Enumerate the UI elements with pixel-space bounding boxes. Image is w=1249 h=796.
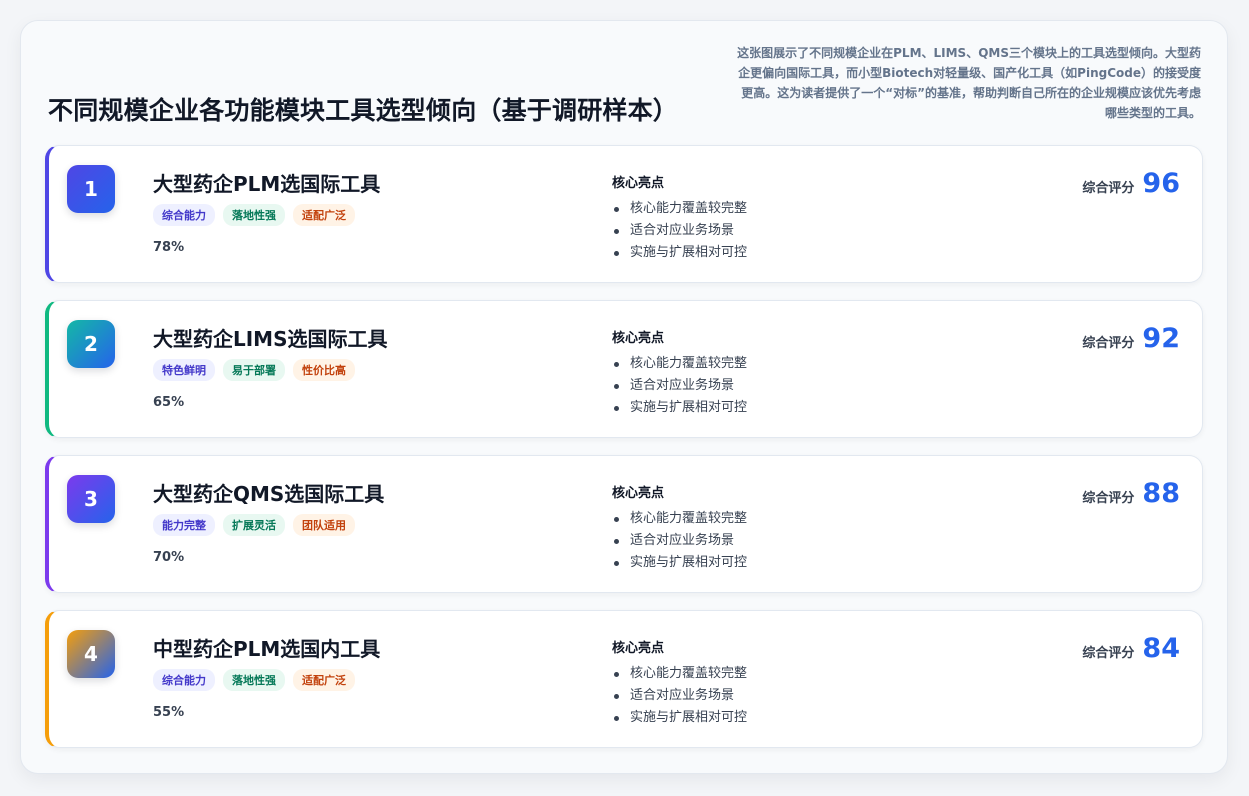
- score: 综合评分 84: [1082, 633, 1180, 664]
- rank-badge: 4: [67, 630, 115, 678]
- tag: 团队适用: [293, 514, 355, 536]
- score-value: 84: [1142, 633, 1180, 664]
- highlights-list: 核心能力覆盖较完整 适合对应业务场景 实施与扩展相对可控: [612, 663, 747, 729]
- highlights-title: 核心亮点: [612, 331, 665, 346]
- highlight-item: 实施与扩展相对可控: [612, 397, 747, 419]
- highlights-list: 核心能力覆盖较完整 适合对应业务场景 实施与扩展相对可控: [612, 198, 747, 264]
- highlights-title: 核心亮点: [612, 486, 665, 501]
- tag: 综合能力: [153, 204, 215, 226]
- score-value: 92: [1142, 323, 1180, 354]
- page-description: 这张图展示了不同规模企业在PLM、LIMS、QMS三个模块上的工具选型倾向。大型…: [737, 46, 1201, 120]
- score-label: 综合评分: [1082, 646, 1135, 661]
- highlights-list: 核心能力覆盖较完整 适合对应业务场景 实施与扩展相对可控: [612, 353, 747, 419]
- tag-list: 特色鲜明 易于部署 性价比高: [153, 359, 355, 381]
- highlight-item: 实施与扩展相对可控: [612, 552, 747, 574]
- tag: 落地性强: [223, 204, 285, 226]
- highlight-item: 实施与扩展相对可控: [612, 242, 747, 264]
- highlight-item: 适合对应业务场景: [612, 530, 747, 552]
- highlights-title: 核心亮点: [612, 176, 665, 191]
- highlight-item: 实施与扩展相对可控: [612, 707, 747, 729]
- rank-badge: 3: [67, 475, 115, 523]
- highlight-item: 适合对应业务场景: [612, 685, 747, 707]
- highlight-item: 核心能力覆盖较完整: [612, 198, 747, 220]
- score-label: 综合评分: [1082, 491, 1135, 506]
- tag: 适配广泛: [293, 204, 355, 226]
- score-value: 96: [1142, 168, 1180, 199]
- tag: 落地性强: [223, 669, 285, 691]
- score: 综合评分 88: [1082, 478, 1180, 509]
- score-label: 综合评分: [1082, 336, 1135, 351]
- tag-list: 综合能力 落地性强 适配广泛: [153, 669, 355, 691]
- card-title: 大型药企LIMS选国际工具: [153, 327, 388, 351]
- highlights-list: 核心能力覆盖较完整 适合对应业务场景 实施与扩展相对可控: [612, 508, 747, 574]
- tag: 性价比高: [293, 359, 355, 381]
- ranking-card-1[interactable]: 1 大型药企PLM选国际工具 综合能力 落地性强 适配广泛 78% 核心亮点 核…: [45, 145, 1203, 283]
- tag: 综合能力: [153, 669, 215, 691]
- percent-value: 70%: [153, 550, 185, 565]
- rank-badge: 1: [67, 165, 115, 213]
- card-title: 中型药企PLM选国内工具: [153, 637, 381, 661]
- percent-value: 78%: [153, 240, 185, 255]
- ranking-card-4[interactable]: 4 中型药企PLM选国内工具 综合能力 落地性强 适配广泛 55% 核心亮点 核…: [45, 610, 1203, 748]
- tag: 扩展灵活: [223, 514, 285, 536]
- percent-value: 55%: [153, 705, 185, 720]
- tag: 能力完整: [153, 514, 215, 536]
- ranking-panel: 不同规模企业各功能模块工具选型倾向（基于调研样本） 这张图展示了不同规模企业在P…: [20, 20, 1228, 774]
- tag-list: 综合能力 落地性强 适配广泛: [153, 204, 355, 226]
- percent-value: 65%: [153, 395, 185, 410]
- highlight-item: 适合对应业务场景: [612, 220, 747, 242]
- score: 综合评分 96: [1082, 168, 1180, 199]
- highlight-item: 核心能力覆盖较完整: [612, 663, 747, 685]
- tag: 易于部署: [223, 359, 285, 381]
- score-label: 综合评分: [1082, 181, 1135, 196]
- tag: 特色鲜明: [153, 359, 215, 381]
- highlight-item: 核心能力覆盖较完整: [612, 508, 747, 530]
- card-title: 大型药企QMS选国际工具: [153, 482, 385, 506]
- highlight-item: 适合对应业务场景: [612, 375, 747, 397]
- ranking-card-3[interactable]: 3 大型药企QMS选国际工具 能力完整 扩展灵活 团队适用 70% 核心亮点 核…: [45, 455, 1203, 593]
- highlights-title: 核心亮点: [612, 641, 665, 656]
- rank-badge: 2: [67, 320, 115, 368]
- tag-list: 能力完整 扩展灵活 团队适用: [153, 514, 355, 536]
- highlight-item: 核心能力覆盖较完整: [612, 353, 747, 375]
- ranking-card-2[interactable]: 2 大型药企LIMS选国际工具 特色鲜明 易于部署 性价比高 65% 核心亮点 …: [45, 300, 1203, 438]
- score-value: 88: [1142, 478, 1180, 509]
- score: 综合评分 92: [1082, 323, 1180, 354]
- page-title: 不同规模企业各功能模块工具选型倾向（基于调研样本）: [48, 96, 679, 125]
- card-title: 大型药企PLM选国际工具: [153, 172, 381, 196]
- tag: 适配广泛: [293, 669, 355, 691]
